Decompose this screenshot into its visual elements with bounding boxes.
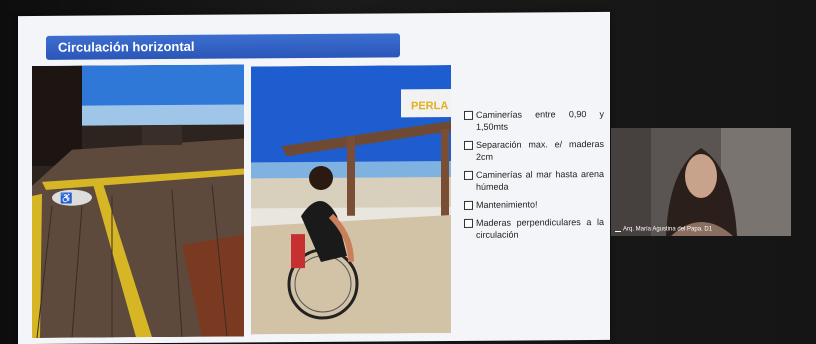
checkbox-icon: [464, 170, 473, 180]
checkbox-icon: [464, 140, 473, 150]
bullet-item: Mantenimiento!: [464, 198, 604, 211]
slide-title: Circulación horizontal: [58, 38, 195, 55]
bullet-item: Maderas perpendiculares a la circulación: [464, 216, 604, 241]
checkbox-icon: [464, 218, 473, 228]
bullet-item: Caminerías entre 0,90 y 1,50mts: [464, 108, 604, 133]
perla-sign: PERLA: [411, 100, 448, 112]
checkbox-icon: [464, 200, 473, 210]
checkbox-icon: [464, 110, 473, 120]
bullet-list: Caminerías entre 0,90 y 1,50mts Separaci…: [464, 108, 604, 247]
signal-icon: [615, 226, 621, 233]
participant-video-tile[interactable]: Arq. María Agustina del Papa. D1: [611, 128, 791, 236]
bullet-item: Caminerías al mar hasta arena húmeda: [464, 168, 604, 193]
svg-text:♿: ♿: [60, 192, 72, 205]
bullet-item: Separación max. e/ maderas 2cm: [464, 138, 604, 163]
boardwalk-photo: ♿: [32, 64, 244, 338]
wheelchair-beach-photo: PERLA: [251, 65, 451, 335]
presentation-slide: Circulación horizontal ♿ PERLA Caminería…: [18, 11, 610, 344]
slide-title-bar: Circulación horizontal: [46, 33, 400, 60]
participant-name-label: Arq. María Agustina del Papa. D1: [615, 226, 712, 233]
